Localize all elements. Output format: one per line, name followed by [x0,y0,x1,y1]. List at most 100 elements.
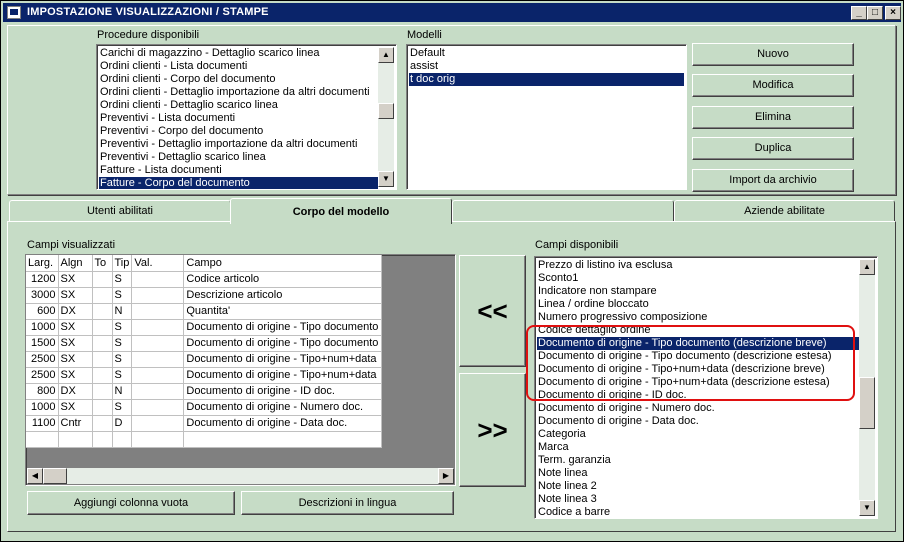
campi-disponibili-listbox[interactable]: Prezzo di listino iva esclusa Sconto1 Indi… [534,256,878,519]
procedure-listbox[interactable]: Carichi di magazzino - Dettaglio scarico… [96,44,397,190]
list-item[interactable]: Codice dettaglio ordine [537,324,859,337]
table-cell[interactable]: 2500 [26,351,59,368]
table-cell[interactable] [58,431,93,448]
table-cell[interactable]: SX [58,271,93,288]
list-item[interactable]: Documento di origine - Tipo+num+data (de… [537,376,859,389]
table-cell[interactable] [112,431,133,448]
tab-empty[interactable] [452,200,674,222]
table-cell[interactable] [92,287,113,304]
table-cell[interactable]: SX [58,367,93,384]
table-cell[interactable]: S [112,319,133,336]
table-cell[interactable]: SX [58,319,93,336]
table-row[interactable] [26,431,383,448]
list-item[interactable]: Documento di origine - Data doc. [537,415,859,428]
table-cell[interactable]: Documento di origine - Numero doc. [183,399,383,416]
table-row[interactable]: 2500 SX S Documento di origine - Tipo+num+d… [26,351,383,368]
table-cell[interactable] [92,367,113,384]
tab-corpo-del-modello[interactable]: Corpo del modello [230,198,452,224]
list-item[interactable]: Documento di origine - Tipo documento (d… [537,350,859,363]
list-item[interactable]: Codice a barre [537,506,859,518]
table-row[interactable]: 1000 SX S Documento di origine - Tipo docum… [26,319,383,336]
table-cell[interactable] [92,271,113,288]
column-header[interactable]: Algn [58,255,93,272]
modifica-button[interactable]: Modifica [692,74,854,97]
scroll-down-icon[interactable]: ▼ [859,500,875,516]
procedure-scrollbar[interactable]: ▲ ▼ [378,47,394,187]
list-item[interactable]: Documento di origine - Numero doc. [537,402,859,415]
list-item[interactable]: t doc orig [409,73,684,86]
column-header[interactable]: To [92,255,113,272]
table-cell[interactable] [92,351,113,368]
list-item[interactable]: Term. garanzia [537,454,859,467]
table-cell[interactable] [131,367,185,384]
table-cell[interactable]: SX [58,351,93,368]
list-item[interactable]: Documento di origine - Tipo+num+data (de… [537,363,859,376]
disponibili-scrollbar[interactable]: ▲ ▼ [859,259,875,516]
table-cell[interactable]: 1000 [26,319,59,336]
list-item[interactable]: Marca [537,441,859,454]
table-row[interactable]: 3000 SX S Descrizione articolo [26,287,383,304]
list-item[interactable]: Note linea 2 [537,480,859,493]
table-cell[interactable] [92,303,113,320]
list-item[interactable]: Preventivi - Dettaglio importazione da a… [99,138,378,151]
table-cell[interactable]: 3000 [26,287,59,304]
table-cell[interactable]: N [112,303,133,320]
table-cell[interactable]: Codice articolo [183,271,383,288]
table-cell[interactable] [92,431,113,448]
duplica-button[interactable]: Duplica [692,137,854,160]
table-cell[interactable]: Descrizione articolo [183,287,383,304]
table-cell[interactable]: Documento di origine - Tipo+num+data [183,351,383,368]
table-cell[interactable]: SX [58,335,93,352]
table-cell[interactable] [26,431,59,448]
list-item[interactable]: Documento di origine - ID doc. [537,389,859,402]
table-cell[interactable]: DX [58,383,93,400]
scroll-right-icon[interactable]: ▶ [438,468,454,484]
campi-visualizzati-grid[interactable]: Larg. Algn To Tip Val. Campo 1200 SX S Codice ar… [25,254,456,486]
table-cell[interactable]: Documento di origine - Tipo+num+data [183,367,383,384]
table-cell[interactable]: 600 [26,303,59,320]
table-cell[interactable]: N [112,383,133,400]
list-item[interactable]: Indicatore non stampare [537,285,859,298]
table-cell[interactable]: SX [58,399,93,416]
list-item[interactable]: Categoria [537,428,859,441]
table-cell[interactable]: 1100 [26,415,59,432]
table-cell[interactable]: 800 [26,383,59,400]
table-cell[interactable]: S [112,351,133,368]
table-cell[interactable]: 1500 [26,335,59,352]
hscroll-thumb[interactable] [43,468,67,484]
table-cell[interactable]: Documento di origine - Tipo documento [183,335,383,352]
table-cell[interactable]: S [112,287,133,304]
table-cell[interactable]: Quantita' [183,303,383,320]
scroll-thumb[interactable] [859,377,875,429]
column-header[interactable]: Campo [183,255,383,272]
list-item[interactable]: Ordini clienti - Lista documenti [99,60,378,73]
import-button[interactable]: Import da archivio [692,169,854,192]
list-item[interactable]: Fatture - Corpo del documento [99,177,378,189]
scroll-thumb[interactable] [378,103,394,119]
tab-utenti-abilitati[interactable]: Utenti abilitati [9,200,231,222]
descrizioni-lingua-button[interactable]: Descrizioni in lingua [241,491,454,515]
list-item[interactable]: Linea / ordine bloccato [537,298,859,311]
list-item[interactable]: Note linea [537,467,859,480]
table-cell[interactable]: D [112,415,133,432]
aggiungi-colonna-button[interactable]: Aggiungi colonna vuota [27,491,235,515]
scroll-down-icon[interactable]: ▼ [378,171,394,187]
table-cell[interactable] [131,335,185,352]
table-cell[interactable]: S [112,367,133,384]
table-cell[interactable] [92,319,113,336]
list-item[interactable]: Fatture - Lista documenti [99,164,378,177]
grid-hscrollbar[interactable]: ◀ ▶ [27,468,454,484]
table-row[interactable]: 1200 SX S Codice articolo [26,271,383,288]
table-cell[interactable]: S [112,335,133,352]
list-item[interactable]: Ordini clienti - Corpo del documento [99,73,378,86]
list-item[interactable]: Preventivi - Lista documenti [99,112,378,125]
modelli-listbox[interactable]: Default assist t doc orig [406,44,687,190]
list-item[interactable]: Documento di origine - Tipo documento (d… [537,337,859,350]
list-item[interactable]: Preventivi - Corpo del documento [99,125,378,138]
list-item[interactable]: Carichi di magazzino - Dettaglio scarico… [99,47,378,60]
table-cell[interactable]: 2500 [26,367,59,384]
table-cell[interactable] [131,399,185,416]
table-cell[interactable]: Documento di origine - Tipo documento [183,319,383,336]
table-cell[interactable] [183,431,383,448]
table-cell[interactable] [131,271,185,288]
